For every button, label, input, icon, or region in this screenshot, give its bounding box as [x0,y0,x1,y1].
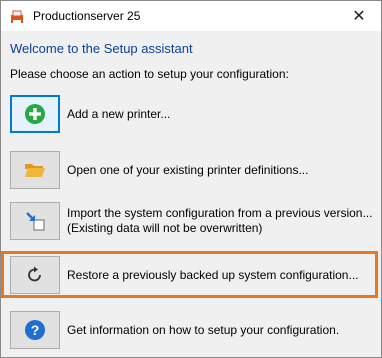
import-icon [26,212,45,231]
open-definitions-label: Open one of your existing printer defini… [67,162,309,177]
help-label: Get information on how to setup your con… [67,322,340,337]
restore-highlight-frame [1,251,378,298]
setup-assistant-window: Productionserver 25 ✕ Welcome to the Set… [0,0,382,358]
action-row-add-printer: Add a new printer... [10,95,376,133]
app-icon [11,10,23,23]
title-bar: Productionserver 25 ✕ [1,1,381,31]
folder-open-icon [25,164,45,177]
instruction-text: Please choose an action to setup your co… [10,67,289,81]
action-row-help: ? Get information on how to setup your c… [10,311,376,349]
window-title: Productionserver 25 [33,9,141,23]
import-configuration-button[interactable] [10,202,60,240]
action-row-import: Import the system configuration from a p… [10,202,376,240]
add-printer-button[interactable] [10,95,60,133]
help-icon: ? [25,320,45,340]
help-button[interactable]: ? [10,311,60,349]
action-row-open-definitions: Open one of your existing printer defini… [10,151,376,189]
import-configuration-label: Import the system configuration from a p… [67,206,373,235]
svg-text:?: ? [31,322,40,338]
close-button[interactable]: ✕ [337,1,381,31]
welcome-heading: Welcome to the Setup assistant [10,41,193,56]
open-definitions-button[interactable] [10,151,60,189]
close-icon: ✕ [352,8,366,25]
add-printer-label: Add a new printer... [67,106,171,121]
add-icon [25,104,45,124]
